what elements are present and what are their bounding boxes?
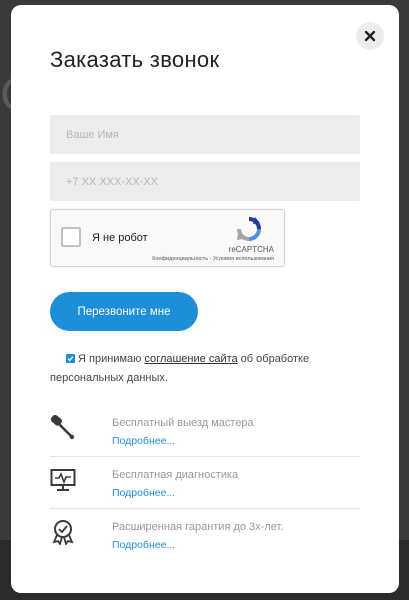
modal-title: Заказать звонок <box>50 47 220 72</box>
agreement-link[interactable]: соглашение сайта <box>144 353 237 365</box>
consent-block: Я принимаю соглашение сайта об обработке… <box>50 350 350 388</box>
consent-text-after: об обработке <box>237 353 310 365</box>
callback-submit-button[interactable]: Перезвоните мне <box>50 292 198 331</box>
features-list: Бесплатный выезд мастера Подробнее... Бе… <box>50 405 360 561</box>
monitor-diagnostics-icon <box>50 469 76 491</box>
feature-more-link[interactable]: Подробнее... <box>112 435 175 447</box>
feature-title: Бесплатная диагностика <box>112 469 239 481</box>
feature-title: Расширенная гарантия до 3х-лет. <box>112 521 284 533</box>
feature-title: Бесплатный выезд мастера <box>112 417 254 429</box>
checkmark-icon <box>67 356 74 362</box>
feature-item: Бесплатный выезд мастера Подробнее... <box>50 405 360 457</box>
warranty-badge-icon <box>52 520 74 545</box>
recaptcha-brand: reCAPTCHA <box>228 245 274 254</box>
consent-checkbox[interactable] <box>66 354 75 363</box>
consent-text-before: Я принимаю <box>78 353 145 365</box>
close-icon <box>364 30 376 42</box>
recaptcha-widget: Я не робот reCAPTCHA Конфиденциальность … <box>50 209 285 267</box>
feature-item: Бесплатная диагностика Подробнее... <box>50 457 360 509</box>
recaptcha-checkbox[interactable] <box>61 227 81 247</box>
feature-item: Расширенная гарантия до 3х-лет. Подробне… <box>50 509 360 561</box>
feature-more-link[interactable]: Подробнее... <box>112 539 175 551</box>
recaptcha-label: Я не робот <box>92 232 148 244</box>
name-input[interactable] <box>50 115 360 154</box>
callback-modal: Заказать звонок Я не робот reCAPTCHA Кон… <box>11 5 399 593</box>
screwdriver-icon <box>50 415 75 440</box>
recaptcha-logo-icon <box>237 217 261 241</box>
phone-input[interactable] <box>50 162 360 201</box>
recaptcha-links[interactable]: Конфиденциальность - Условия использован… <box>152 256 274 262</box>
close-button[interactable] <box>356 22 384 50</box>
feature-more-link[interactable]: Подробнее... <box>112 487 175 499</box>
consent-text-line2: персональных данных. <box>50 372 168 384</box>
